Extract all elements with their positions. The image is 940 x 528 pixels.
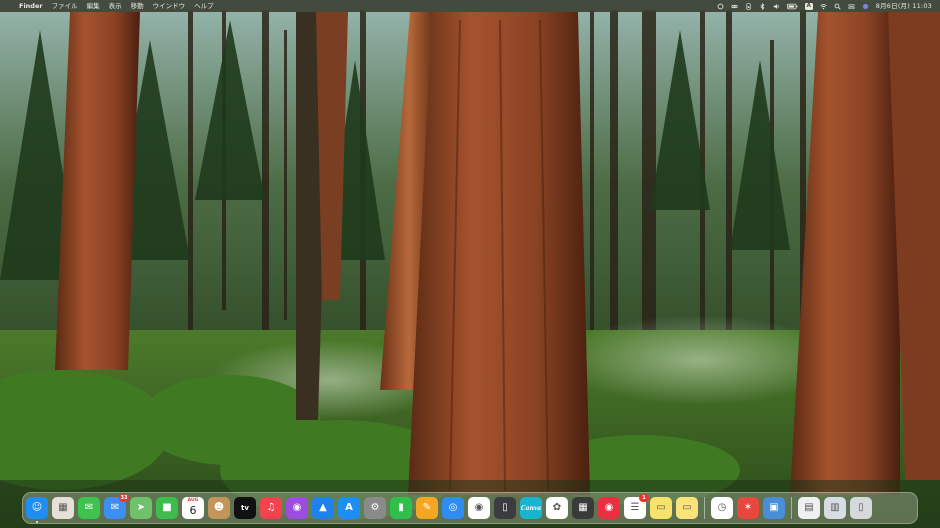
menu-file[interactable]: ファイル xyxy=(52,0,78,12)
menu-app-name[interactable]: Finder xyxy=(19,0,43,12)
dock-iphone-mirroring-icon[interactable]: ▯ xyxy=(494,497,516,519)
dock-music-icon[interactable]: ♫ xyxy=(260,497,282,519)
numbers-glyph: ▮ xyxy=(398,502,404,513)
dock-downloads-stack-icon[interactable]: ▤ xyxy=(798,497,820,519)
music-alt-glyph: ◉ xyxy=(604,502,614,513)
dock-maps-icon[interactable]: ➤ xyxy=(130,497,152,519)
notes-glyph: ▭ xyxy=(682,502,692,513)
photos-glyph: ✿ xyxy=(552,502,562,513)
dock-trash-icon[interactable]: ▯ xyxy=(850,497,872,519)
menu-view[interactable]: 表示 xyxy=(109,0,122,12)
wifi-icon[interactable] xyxy=(820,3,827,10)
dock-calendar-icon[interactable]: AUG 6 xyxy=(182,497,204,519)
creative-cloud-icon[interactable] xyxy=(717,3,724,10)
messages-glyph: ✉ xyxy=(84,502,94,513)
dock-preview-icon[interactable]: ▣ xyxy=(763,497,785,519)
menu-edit[interactable]: 編集 xyxy=(87,0,100,12)
stickies-glyph: ▭ xyxy=(656,502,666,513)
maps-glyph: ➤ xyxy=(136,502,146,513)
battery-icon[interactable] xyxy=(786,3,798,10)
launchpad-glyph: ▦ xyxy=(58,502,68,513)
pages-glyph: ✎ xyxy=(422,502,432,513)
dock-finder-icon[interactable]: ☺ xyxy=(26,497,48,523)
finder-glyph: ☺ xyxy=(31,502,43,513)
dock-mail-icon[interactable]: ✉ 33 xyxy=(104,494,129,519)
dock-clock-icon[interactable]: ◷ xyxy=(711,497,733,519)
dock-chrome-icon[interactable]: ◉ xyxy=(468,497,490,519)
safari-glyph: ◎ xyxy=(448,502,458,513)
facetime-glyph: ■ xyxy=(162,502,172,513)
dock-keynote-icon[interactable]: ▲ xyxy=(312,497,334,519)
app-store-glyph: A xyxy=(345,502,353,513)
xmind-glyph: ✶ xyxy=(743,502,753,513)
contacts-glyph: ☻ xyxy=(213,502,225,513)
dock-system-preferences-icon[interactable]: ⚙ xyxy=(364,497,386,519)
downloads-stack-glyph: ▤ xyxy=(804,502,814,513)
dock-facetime-icon[interactable]: ■ xyxy=(156,497,178,519)
desktop-wallpaper xyxy=(0,0,940,528)
dock: ☺ ▦ ✉ ✉ 33 ➤ ■ AUG 6 ☻ tv ♫ ◉ ▲ A ⚙ ▮ ✎ ◎ ◉ ▯ Canva ✿ ▦ ◉ ☰ 1 ▭ ▭ ◷ ✶ ▣… xyxy=(22,492,918,524)
preview-glyph: ▣ xyxy=(769,502,779,513)
dock-calculator-icon[interactable]: ▦ xyxy=(572,497,594,519)
dock-photos-icon[interactable]: ✿ xyxy=(546,497,568,519)
link-icon[interactable] xyxy=(731,3,738,10)
apple-tv-label: tv xyxy=(241,504,249,512)
iphone-mirroring-glyph: ▯ xyxy=(502,502,508,513)
menu-window[interactable]: ウインドウ xyxy=(153,0,186,12)
input-method-icon[interactable]: A xyxy=(804,2,813,10)
dock-canva-icon[interactable]: Canva xyxy=(520,497,542,519)
dock-safari-icon[interactable]: ◎ xyxy=(442,497,464,519)
podcasts-glyph: ◉ xyxy=(292,502,302,513)
siri-icon[interactable] xyxy=(862,3,869,10)
notification-badge: 33 xyxy=(119,494,129,502)
trash-glyph: ▯ xyxy=(858,502,864,513)
dock-notes-icon[interactable]: ▭ xyxy=(676,497,698,519)
dock-contacts-icon[interactable]: ☻ xyxy=(208,497,230,519)
dock-xmind-icon[interactable]: ✶ xyxy=(737,497,759,519)
dock-apple-tv-icon[interactable]: tv xyxy=(234,497,256,519)
dock-reminders-icon[interactable]: ☰ 1 xyxy=(624,494,649,519)
clock-glyph: ◷ xyxy=(717,502,727,513)
dock-stickies-icon[interactable]: ▭ xyxy=(650,497,672,519)
notification-badge: 1 xyxy=(639,494,649,502)
menu-go[interactable]: 移動 xyxy=(131,0,144,12)
mail-glyph: ✉ xyxy=(110,502,120,513)
dock-separator xyxy=(704,497,705,519)
keynote-glyph: ▲ xyxy=(319,502,327,513)
speaker-icon[interactable] xyxy=(745,2,752,10)
bluetooth-icon[interactable] xyxy=(759,2,766,10)
running-indicator xyxy=(36,521,38,523)
reminders-glyph: ☰ xyxy=(630,502,640,513)
system-preferences-glyph: ⚙ xyxy=(370,502,380,513)
search-icon[interactable] xyxy=(834,3,841,10)
menu-bar: Finder ファイル 編集 表示 移動 ウインドウ ヘルプ A 8月6日(月)… xyxy=(0,0,940,12)
music-glyph: ♫ xyxy=(266,502,276,513)
dock-music-alt-icon[interactable]: ◉ xyxy=(598,497,620,519)
dock-podcasts-icon[interactable]: ◉ xyxy=(286,497,308,519)
dock-app-store-icon[interactable]: A xyxy=(338,497,360,519)
canva-label: Canva xyxy=(520,504,542,512)
calendar-day: 6 xyxy=(189,504,197,517)
control-center-icon[interactable] xyxy=(848,3,855,10)
dock-documents-stack-icon[interactable]: ▥ xyxy=(824,497,846,519)
documents-stack-glyph: ▥ xyxy=(830,502,840,513)
dock-numbers-icon[interactable]: ▮ xyxy=(390,497,412,519)
calculator-glyph: ▦ xyxy=(578,502,588,513)
menu-clock[interactable]: 8月6日(月) 11:03 xyxy=(876,0,932,12)
dock-separator xyxy=(791,497,792,519)
chrome-glyph: ◉ xyxy=(474,502,484,513)
calendar-month: AUG xyxy=(187,498,199,503)
dock-launchpad-icon[interactable]: ▦ xyxy=(52,497,74,519)
dock-pages-icon[interactable]: ✎ xyxy=(416,497,438,519)
dock-messages-icon[interactable]: ✉ xyxy=(78,497,100,519)
audio-icon[interactable] xyxy=(773,3,780,10)
menu-help[interactable]: ヘルプ xyxy=(194,0,214,12)
